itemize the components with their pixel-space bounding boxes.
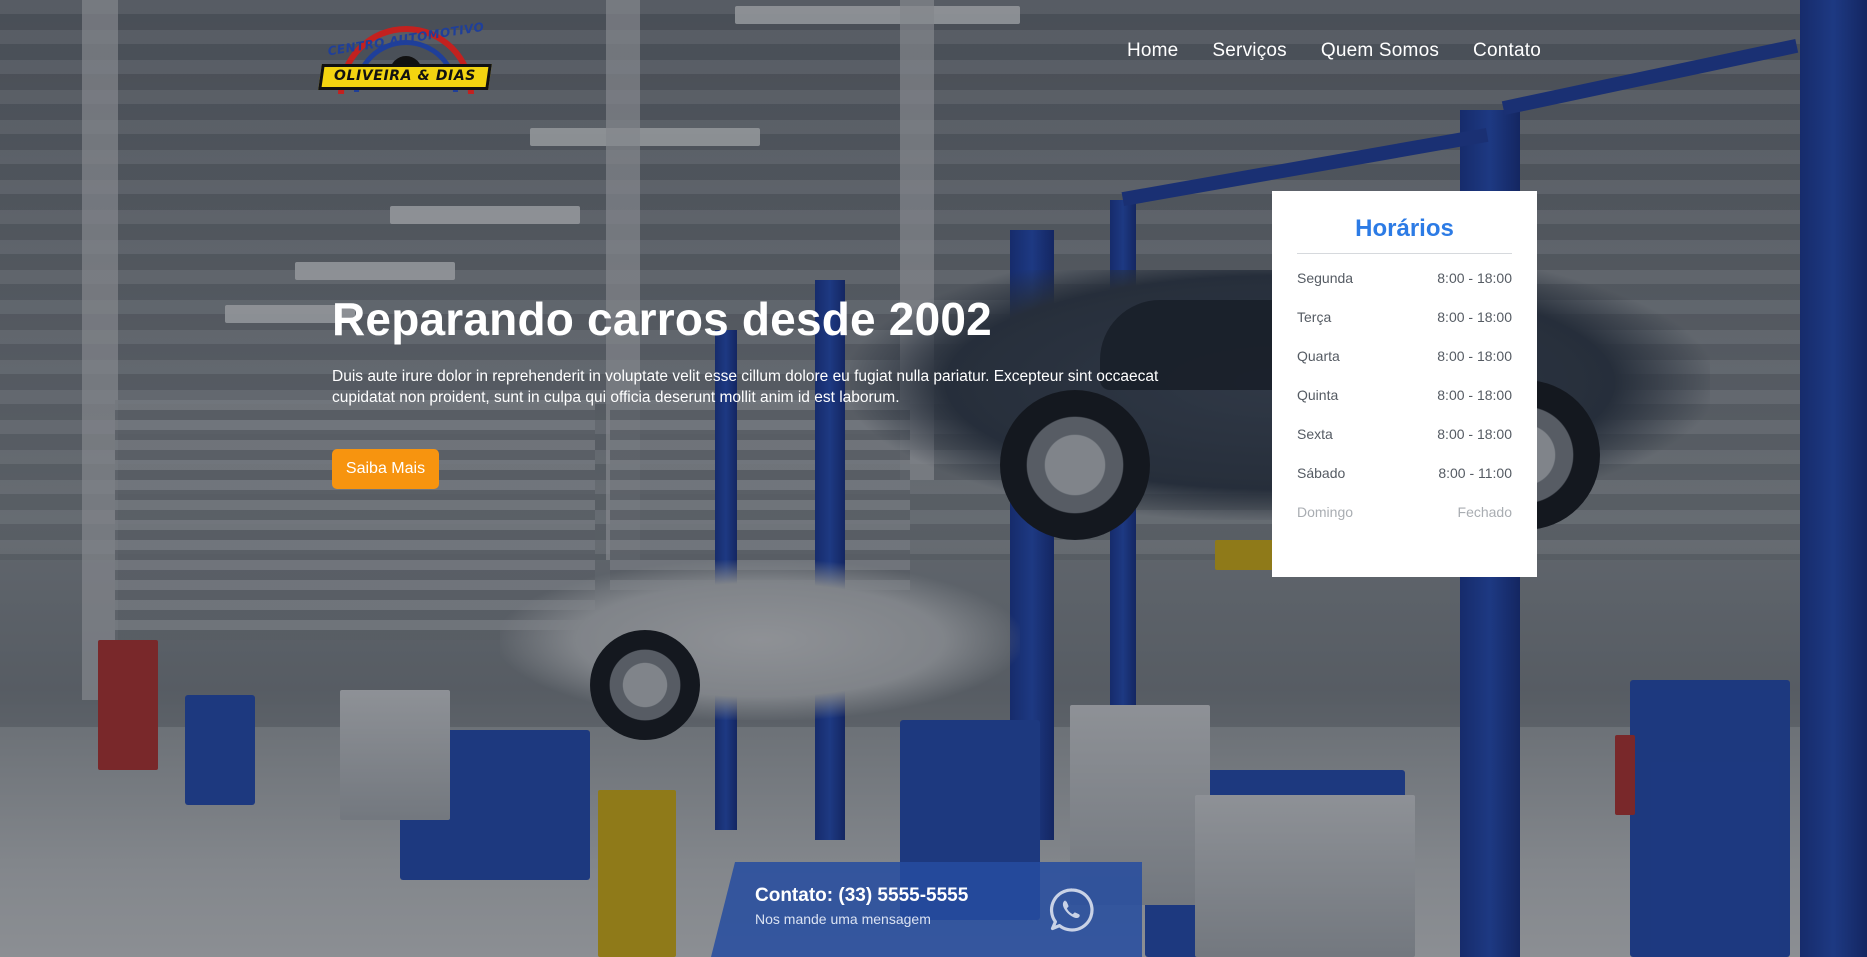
- hours-time: 8:00 - 18:00: [1437, 309, 1512, 325]
- hours-row: Quarta 8:00 - 18:00: [1297, 348, 1512, 387]
- logo[interactable]: CENTRO AUTOMOTIVO OLIVEIRA & DIAS: [318, 20, 492, 94]
- nav-home[interactable]: Home: [1127, 40, 1178, 62]
- saiba-mais-button[interactable]: Saiba Mais: [332, 449, 439, 489]
- logo-name: OLIVEIRA & DIAS: [334, 68, 476, 84]
- hours-title: Horários: [1297, 215, 1512, 254]
- hours-time: 8:00 - 18:00: [1437, 387, 1512, 403]
- hours-list: Segunda 8:00 - 18:00 Terça 8:00 - 18:00 …: [1297, 270, 1512, 543]
- hours-day: Segunda: [1297, 270, 1354, 286]
- contact-phone: Contato: (33) 5555-5555: [755, 885, 969, 906]
- hours-time: 8:00 - 18:00: [1437, 270, 1512, 286]
- hours-card: Horários Segunda 8:00 - 18:00 Terça 8:00…: [1272, 191, 1537, 577]
- hours-day: Domingo: [1297, 504, 1354, 520]
- hours-time: 8:00 - 18:00: [1437, 426, 1512, 442]
- hero-background-image: [0, 0, 1867, 957]
- hours-row-closed: Domingo Fechado: [1297, 504, 1512, 543]
- hours-row: Sexta 8:00 - 18:00: [1297, 426, 1512, 465]
- nav-quem-somos[interactable]: Quem Somos: [1321, 40, 1439, 62]
- hero-description: Duis aute irure dolor in reprehenderit i…: [332, 368, 1159, 406]
- nav-servicos[interactable]: Serviços: [1212, 40, 1286, 62]
- hero-title: Reparando carros desde 2002: [332, 293, 992, 345]
- nav-contato[interactable]: Contato: [1473, 40, 1541, 62]
- hours-time: Fechado: [1457, 504, 1512, 520]
- hours-day: Sábado: [1297, 465, 1346, 481]
- hours-time: 8:00 - 18:00: [1437, 348, 1512, 364]
- hours-day: Quarta: [1297, 348, 1340, 364]
- main-nav: Home Serviços Quem Somos Contato: [1127, 40, 1541, 62]
- hours-row: Sábado 8:00 - 11:00: [1297, 465, 1512, 504]
- hours-time: 8:00 - 11:00: [1438, 465, 1512, 481]
- whatsapp-icon[interactable]: [1049, 887, 1095, 933]
- hours-day: Quinta: [1297, 387, 1339, 403]
- hours-row: Quinta 8:00 - 18:00: [1297, 387, 1512, 426]
- hours-row: Terça 8:00 - 18:00: [1297, 309, 1512, 348]
- hours-row: Segunda 8:00 - 18:00: [1297, 270, 1512, 309]
- hours-day: Sexta: [1297, 426, 1333, 442]
- contact-subtitle: Nos mande uma mensagem: [755, 911, 931, 927]
- contact-bar[interactable]: Contato: (33) 5555-5555 Nos mande uma me…: [711, 862, 1142, 957]
- dark-overlay: [0, 0, 1867, 957]
- hours-day: Terça: [1297, 309, 1332, 325]
